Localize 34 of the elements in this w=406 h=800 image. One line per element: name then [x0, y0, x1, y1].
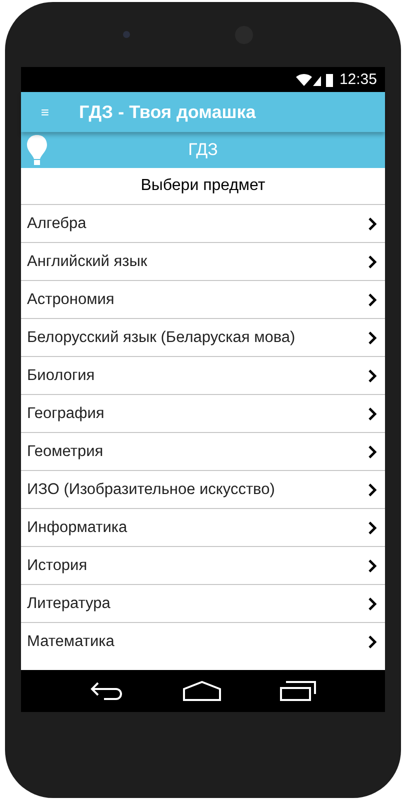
section-title: ГДЗ — [188, 140, 218, 160]
subject-item[interactable]: География — [21, 394, 385, 432]
status-icons — [296, 72, 334, 86]
chevron-icon — [368, 444, 377, 458]
chevron-icon — [368, 558, 377, 572]
home-icon[interactable] — [182, 681, 221, 701]
subject-item[interactable]: Математика — [21, 622, 385, 660]
chevron-icon — [368, 216, 377, 230]
chevron-icon — [368, 482, 377, 496]
clock-time: 12:35 — [339, 71, 377, 88]
subject-item[interactable]: Биология — [21, 356, 385, 394]
chevron-icon — [368, 520, 377, 534]
recent-apps-icon[interactable] — [280, 681, 316, 701]
chevron-icon — [368, 596, 377, 610]
chevron-icon — [368, 406, 377, 420]
subject-item[interactable]: История — [21, 546, 385, 584]
subject-item[interactable]: Английский язык — [21, 242, 385, 280]
subject-item[interactable]: Геометрия — [21, 432, 385, 470]
subject-item[interactable]: Белорусский язык (Беларуская мова) — [21, 318, 385, 356]
list-heading: Выбери предмет — [140, 176, 266, 196]
subject-item[interactable]: Информатика — [21, 508, 385, 546]
chevron-icon — [368, 634, 377, 648]
subject-item[interactable]: Алгебра — [21, 204, 385, 242]
chevron-icon — [368, 368, 377, 382]
back-icon[interactable] — [90, 681, 124, 701]
chevron-icon — [368, 292, 377, 306]
chevron-icon — [368, 330, 377, 344]
camera-icon — [123, 31, 130, 38]
subject-item[interactable]: Астрономия — [21, 280, 385, 318]
subject-item[interactable]: Литература — [21, 584, 385, 622]
app-title: ГДЗ - Твоя домашка — [79, 102, 256, 122]
subject-item[interactable]: ИЗО (Изобразительное искусство) — [21, 470, 385, 508]
chevron-icon — [368, 254, 377, 268]
balloon-icon — [26, 134, 48, 166]
